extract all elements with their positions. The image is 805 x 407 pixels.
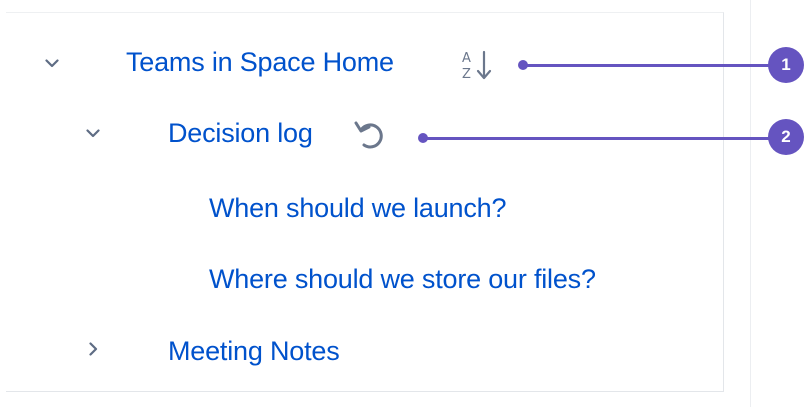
sort-alphabetical-icon[interactable]: A Z (459, 48, 495, 87)
chevron-down-icon[interactable] (84, 124, 102, 142)
tree-item-teams-in-space-home[interactable]: Teams in Space Home (126, 47, 394, 78)
tree-item-where-should-we-store-our-files[interactable]: Where should we store our files? (209, 264, 596, 295)
tree-item-meeting-notes[interactable]: Meeting Notes (168, 336, 340, 367)
undo-icon[interactable] (352, 117, 388, 158)
svg-text:Z: Z (462, 67, 471, 82)
chevron-right-icon[interactable] (84, 340, 102, 358)
callout-2-line (422, 137, 772, 140)
callout-badge-2: 2 (768, 119, 804, 155)
chevron-down-icon[interactable] (43, 54, 61, 72)
panel-edge-divider (750, 0, 751, 407)
callout-1-line (522, 64, 772, 67)
callout-number-2: 2 (781, 127, 791, 146)
callout-number-1: 1 (781, 55, 791, 74)
tree-item-when-should-we-launch[interactable]: When should we launch? (209, 193, 506, 224)
tree-item-decision-log[interactable]: Decision log (168, 118, 313, 149)
callout-badge-1: 1 (768, 47, 804, 83)
svg-text:A: A (462, 51, 471, 66)
